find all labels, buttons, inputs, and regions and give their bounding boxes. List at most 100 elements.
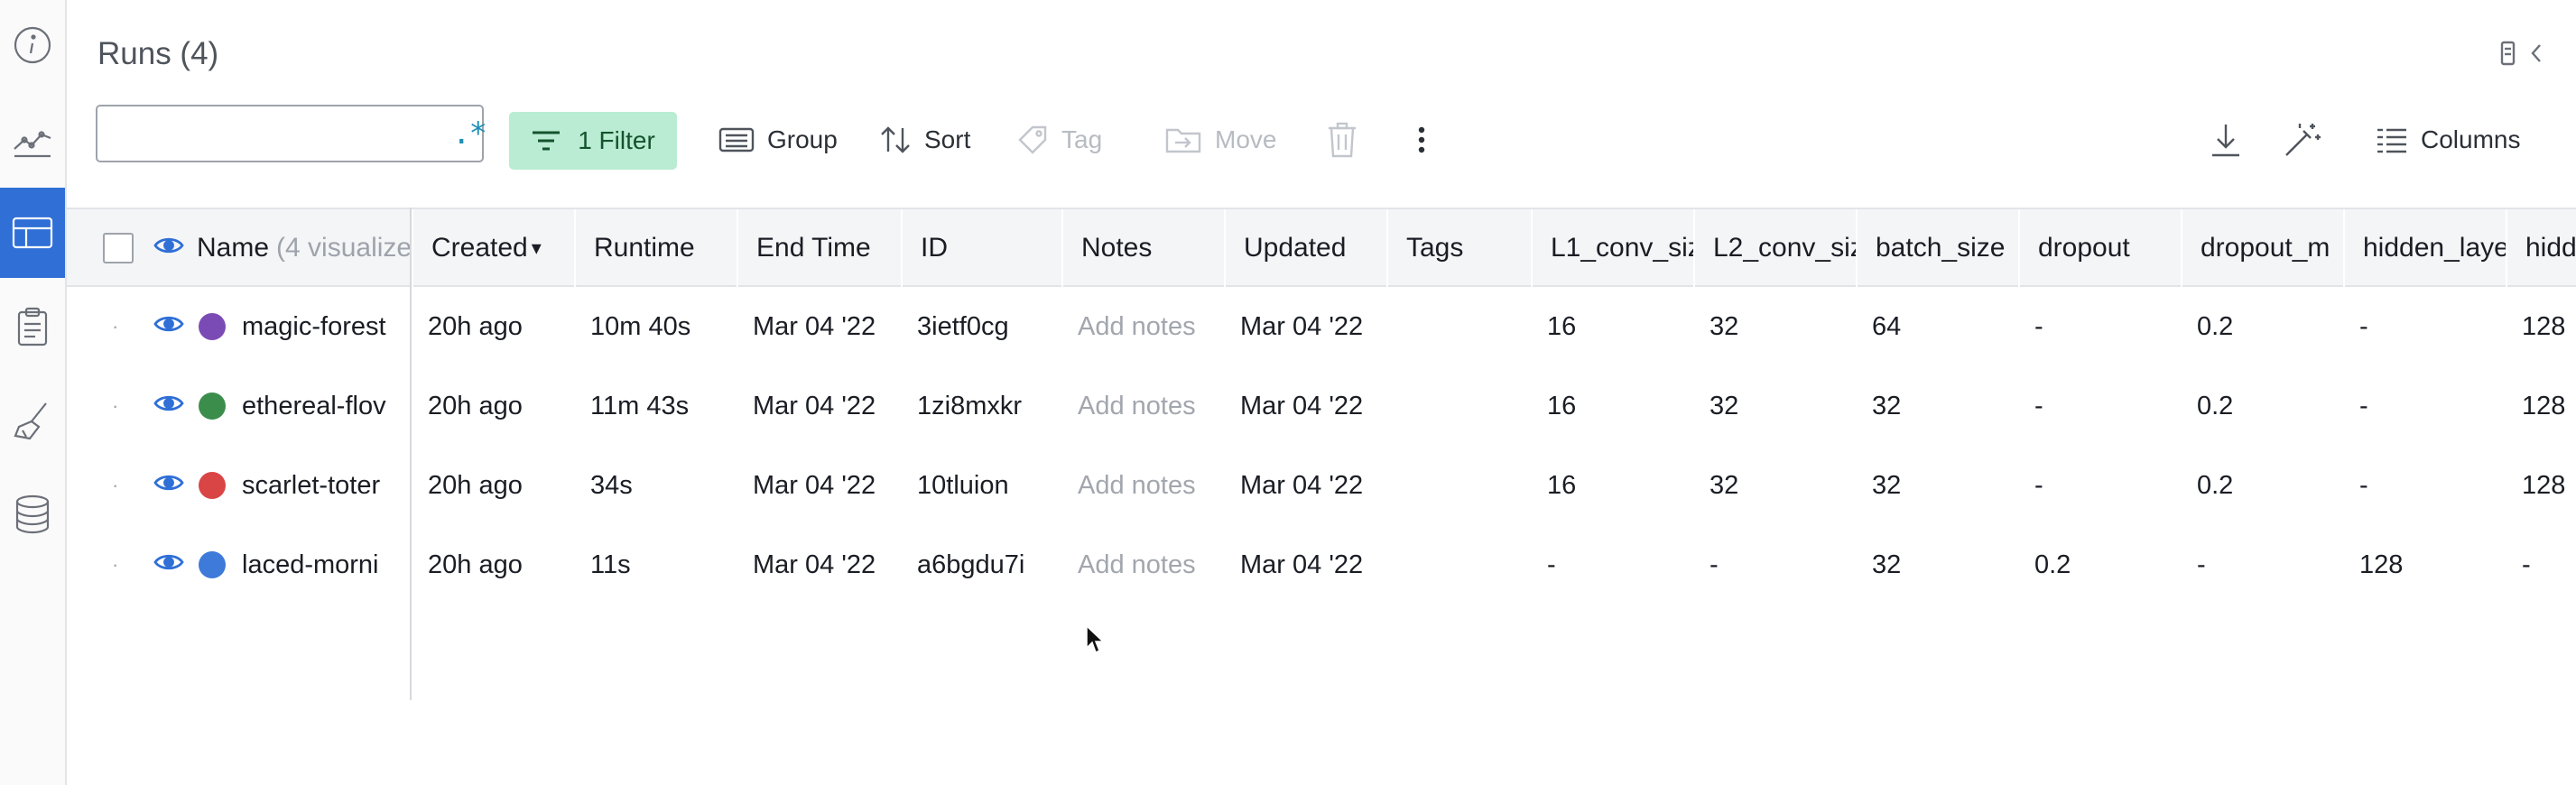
- column-header-created[interactable]: Created ▾: [412, 209, 574, 287]
- column-header-notes[interactable]: Notes: [1061, 209, 1224, 287]
- run-name-cell[interactable]: magic-forest: [141, 287, 410, 366]
- column-header-dropout-m[interactable]: dropout_m: [2181, 209, 2343, 287]
- mouse-cursor-icon: [1086, 624, 1105, 654]
- download-button[interactable]: [2210, 112, 2242, 168]
- tag-button[interactable]: Tag: [1016, 112, 1102, 168]
- column-header-runtime[interactable]: Runtime: [574, 209, 737, 287]
- run-name-link[interactable]: magic-forest: [242, 312, 386, 342]
- info-icon: [14, 26, 51, 64]
- run-name-cell[interactable]: scarlet-toter: [141, 446, 410, 525]
- cell-id: a6bgdu7i: [917, 550, 1025, 579]
- group-button[interactable]: Group: [718, 112, 838, 168]
- column-header-updated[interactable]: Updated: [1224, 209, 1386, 287]
- tag-button-label: Tag: [1061, 125, 1103, 153]
- cell-created: 20h ago: [428, 550, 523, 579]
- run-color-swatch[interactable]: [199, 313, 226, 340]
- cell-end-time: Mar 04 '22: [753, 550, 876, 579]
- row-handle[interactable]: ·: [112, 446, 139, 525]
- cell-hidden: 128: [2522, 470, 2566, 500]
- column-header-end-time[interactable]: End Time: [737, 209, 901, 287]
- run-color-swatch[interactable]: [199, 472, 226, 499]
- cell-dropout: -: [2034, 311, 2043, 341]
- sort-button[interactable]: Sort: [879, 112, 970, 168]
- delete-button[interactable]: [1327, 112, 1357, 168]
- column-header-name[interactable]: Name (4 visualize: [141, 209, 410, 287]
- visibility-toggle-all[interactable]: [153, 233, 184, 263]
- cell-l1-conv-size: -: [1547, 550, 1556, 579]
- table-row[interactable]: · scarlet-toter 20h ago 34s Mar 04 '22 10tlui…: [67, 446, 2576, 525]
- sidebar-toggle-icon[interactable]: [2500, 40, 2516, 67]
- rail-info[interactable]: [0, 0, 65, 90]
- magic-wand-icon: [2285, 124, 2321, 156]
- row-handle[interactable]: ·: [112, 366, 139, 446]
- chevron-left-icon[interactable]: [2529, 42, 2544, 65]
- table-row[interactable]: · magic-forest 20h ago 10m 40s Mar 04 '22 3ie…: [67, 287, 2576, 366]
- search-input[interactable]: [108, 108, 452, 159]
- rail-reports[interactable]: [0, 282, 65, 372]
- rail-table[interactable]: [0, 188, 65, 278]
- rail-artifacts[interactable]: [0, 469, 65, 559]
- cell-tags: [1386, 287, 1531, 366]
- column-header-label: Tags: [1406, 233, 1464, 263]
- eye-icon: [153, 237, 184, 254]
- cell-created: 20h ago: [428, 391, 523, 420]
- filter-button[interactable]: 1 Filter: [509, 112, 677, 170]
- cell-updated: Mar 04 '22: [1240, 470, 1364, 500]
- clipboard-icon: [17, 307, 48, 346]
- download-icon: [2212, 125, 2239, 157]
- visibility-toggle[interactable]: [153, 471, 184, 501]
- cell-id: 1zi8mxkr: [917, 391, 1023, 420]
- run-name-cell[interactable]: laced-morni: [141, 525, 410, 605]
- row-handle[interactable]: ·: [112, 287, 139, 366]
- column-header-label: L1_conv_siz: [1551, 233, 1693, 263]
- cell-notes[interactable]: Add notes: [1061, 525, 1224, 605]
- cell-l2-conv-size: -: [1710, 550, 1719, 579]
- row-handle[interactable]: ·: [112, 525, 139, 605]
- columns-icon: [2377, 128, 2406, 153]
- regex-toggle[interactable]: .*: [452, 115, 487, 152]
- rail-sweeps[interactable]: [0, 375, 65, 466]
- cell-batch-size: 32: [1872, 470, 1902, 500]
- cell-notes[interactable]: Add notes: [1061, 287, 1224, 366]
- rail-charts[interactable]: [0, 94, 65, 184]
- cell-notes[interactable]: Add notes: [1061, 446, 1224, 525]
- run-name-link[interactable]: ethereal-flov: [242, 392, 386, 421]
- table-row[interactable]: · laced-morni 20h ago 11s Mar 04 '22 a6bgdu7i…: [67, 525, 2576, 605]
- column-header-id[interactable]: ID: [901, 209, 1061, 287]
- run-name-link[interactable]: laced-morni: [242, 550, 379, 580]
- run-color-swatch[interactable]: [199, 551, 226, 578]
- select-all-checkbox[interactable]: [103, 233, 134, 263]
- column-header-label: dropout: [2038, 233, 2130, 263]
- visibility-toggle[interactable]: [153, 550, 184, 580]
- run-name-cell[interactable]: ethereal-flov: [141, 366, 410, 446]
- table-header: Name (4 visualize Created ▾ Runtime End Tim…: [67, 208, 2576, 287]
- cell-batch-size: 32: [1872, 391, 1902, 420]
- cell-id: 3ietf0cg: [917, 311, 1009, 341]
- visibility-toggle[interactable]: [153, 312, 184, 342]
- column-header-l2-conv-size[interactable]: L2_conv_siz: [1693, 209, 1856, 287]
- chart-icon: [14, 131, 51, 158]
- column-header-hidden-layer[interactable]: hidden_laye: [2343, 209, 2506, 287]
- columns-button[interactable]: Columns: [2376, 112, 2520, 168]
- run-color-swatch[interactable]: [199, 392, 226, 420]
- column-header-hidden[interactable]: hidde: [2506, 209, 2576, 287]
- column-header-l1-conv-size[interactable]: L1_conv_siz: [1531, 209, 1693, 287]
- eye-icon: [153, 316, 184, 331]
- visibility-toggle[interactable]: [153, 392, 184, 421]
- column-header-tags[interactable]: Tags: [1386, 209, 1531, 287]
- column-header-batch-size[interactable]: batch_size: [1856, 209, 2018, 287]
- cell-notes[interactable]: Add notes: [1061, 366, 1224, 446]
- column-header-dropout[interactable]: dropout: [2018, 209, 2181, 287]
- magic-wand-button[interactable]: [2284, 112, 2321, 168]
- cell-l2-conv-size: 32: [1710, 311, 1739, 341]
- column-header-label: Runtime: [594, 233, 695, 263]
- search-box[interactable]: .*: [96, 105, 487, 162]
- cell-dropout-m: 0.2: [2197, 391, 2234, 420]
- move-button[interactable]: Move: [1164, 112, 1276, 168]
- table-row[interactable]: · ethereal-flov 20h ago 11m 43s Mar 04 '22 1z…: [67, 366, 2576, 446]
- cell-runtime: 11s: [590, 550, 631, 579]
- panel-collapse-control[interactable]: [2500, 40, 2544, 67]
- more-options-button[interactable]: [1415, 112, 1428, 168]
- run-name-link[interactable]: scarlet-toter: [242, 471, 380, 501]
- cell-runtime: 10m 40s: [590, 311, 691, 341]
